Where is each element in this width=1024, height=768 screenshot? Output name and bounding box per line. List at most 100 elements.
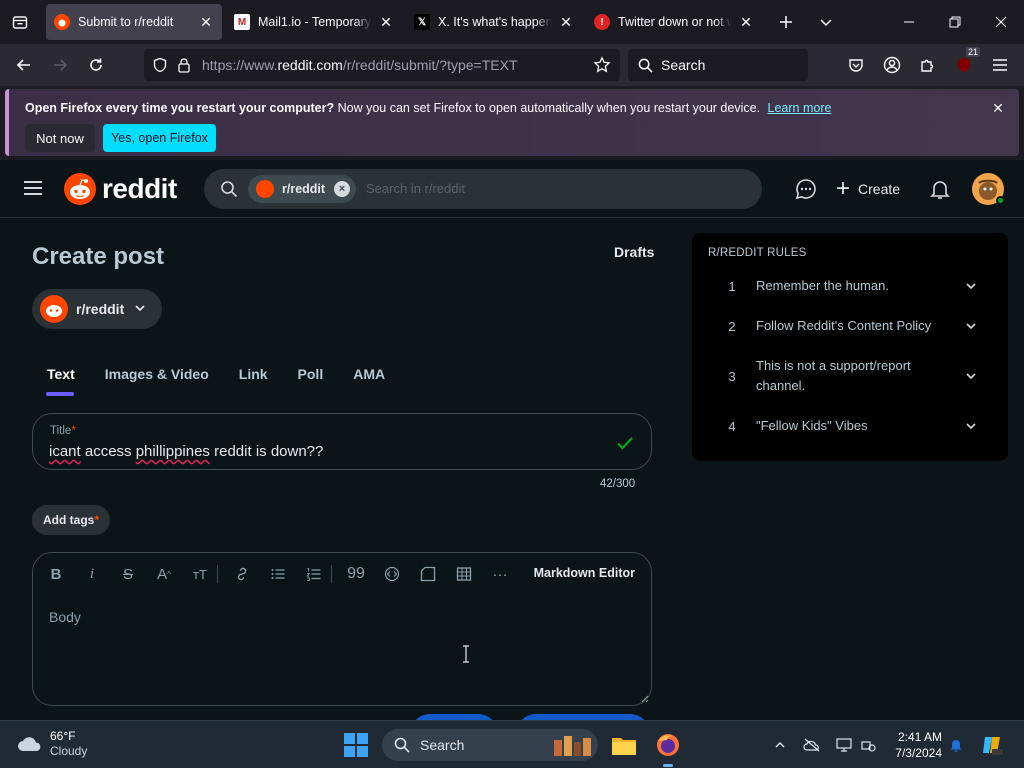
extension-count-badge: 21 (965, 47, 980, 57)
taskbar-search-label: Search (420, 737, 465, 753)
copilot-icon[interactable] (976, 729, 1008, 761)
close-tab-icon[interactable]: ✕ (738, 14, 754, 30)
network-icon[interactable] (858, 735, 878, 755)
account-icon[interactable] (878, 51, 906, 79)
firefox-icon[interactable] (652, 729, 684, 767)
table-icon[interactable] (451, 561, 477, 587)
windows-taskbar: 66°F Cloudy Search 2:41 AM 7/3/2024 (0, 720, 1024, 768)
minimize-icon[interactable] (886, 0, 932, 44)
create-label: Create (858, 181, 901, 197)
numbered-list-icon[interactable] (301, 561, 327, 587)
file-explorer-icon[interactable] (608, 729, 640, 761)
rule-item[interactable]: 1 Remember the human. (708, 275, 998, 297)
reddit-search-bar[interactable]: r/reddit × Search in r/reddit (204, 169, 762, 209)
close-notification-icon[interactable]: ✕ (989, 99, 1007, 117)
add-tags-label: Add tags (42, 513, 95, 527)
title-value[interactable]: icant access phillippines reddit is down… (49, 443, 323, 460)
tab-link[interactable]: Link (224, 360, 283, 396)
italic-icon[interactable]: i (79, 561, 105, 587)
superscript-icon[interactable]: A ^ (151, 561, 177, 587)
notification-bell-icon[interactable] (946, 735, 966, 755)
code-block-icon[interactable] (415, 561, 441, 587)
user-avatar[interactable] (972, 173, 1005, 205)
system-clock[interactable]: 2:41 AM 7/3/2024 (880, 729, 942, 761)
reddit-logo[interactable]: reddit (64, 173, 177, 205)
extensions-puzzle-icon[interactable] (914, 51, 942, 79)
tab-text[interactable]: Text (32, 360, 90, 396)
search-scope-chip[interactable]: r/reddit × (248, 175, 356, 203)
rule-text: "Fellow Kids" Vibes (756, 418, 868, 433)
chevron-down-icon (966, 373, 976, 380)
chat-icon[interactable] (794, 177, 818, 201)
close-tab-icon[interactable]: ✕ (558, 14, 574, 30)
bookmark-star-icon[interactable] (590, 53, 614, 77)
ublock-extension-icon[interactable]: 21 (950, 47, 980, 79)
hamburger-menu-icon[interactable] (986, 51, 1014, 79)
back-arrow-icon[interactable] (10, 51, 38, 79)
url-text[interactable]: https://www.reddit.com/r/reddit/submit/?… (202, 57, 518, 73)
learn-more-link[interactable]: Learn more (768, 101, 832, 115)
browser-tab-reddit-submit[interactable]: Submit to r/reddit ✕ (46, 4, 222, 40)
windows-start-icon[interactable] (344, 733, 368, 757)
tab-ama[interactable]: AMA (338, 360, 400, 396)
rule-text: Follow Reddit's Content Policy (756, 318, 932, 333)
notification-text: Now you can set Firefox to open automati… (337, 101, 761, 115)
browser-tab-mail1[interactable]: M Mail1.io - Temporary Email ✕ (226, 4, 402, 40)
url-prefix: https://www. (202, 57, 278, 73)
yes-open-firefox-button[interactable]: Yes, open Firefox (103, 124, 216, 152)
close-window-icon[interactable] (978, 0, 1024, 44)
rule-item[interactable]: 4 "Fellow Kids" Vibes (708, 415, 998, 437)
not-now-button[interactable]: Not now (25, 124, 95, 152)
rule-item[interactable]: 2 Follow Reddit's Content Policy (708, 315, 998, 337)
more-options-icon[interactable]: ··· (487, 561, 513, 587)
forward-arrow-icon[interactable] (46, 51, 74, 79)
search-highlight-icon (554, 736, 591, 756)
heading-icon[interactable]: ᴛT (187, 561, 213, 587)
reddit-menu-icon[interactable] (24, 178, 48, 200)
display-icon[interactable] (834, 735, 854, 755)
quote-icon[interactable]: 99 (343, 561, 369, 587)
chevron-down-icon (966, 323, 976, 330)
browser-tab-twitter-down[interactable]: ! Twitter down or not working ✕ (586, 4, 762, 40)
show-hidden-icons-chevron-up-icon[interactable] (770, 735, 790, 755)
code-icon[interactable] (379, 561, 405, 587)
browser-tab-x[interactable]: 𝕏 X. It's what's happening / X ✕ (406, 4, 582, 40)
taskbar-search[interactable]: Search (382, 729, 598, 761)
notifications-bell-icon[interactable] (928, 177, 952, 201)
toolbar-divider (217, 565, 218, 583)
create-post-button[interactable]: + Create (836, 177, 900, 201)
address-bar[interactable]: https://www.reddit.com/r/reddit/submit/?… (144, 49, 620, 81)
list-all-tabs-icon[interactable] (8, 10, 32, 34)
weather-widget[interactable]: 66°F Cloudy (16, 729, 87, 759)
close-tab-icon[interactable]: ✕ (198, 14, 214, 30)
tab-title: Twitter down or not working (618, 15, 732, 29)
onedrive-icon[interactable] (802, 735, 822, 755)
restore-icon[interactable] (932, 0, 978, 44)
title-character-counter: 42/300 (600, 478, 636, 490)
lock-icon[interactable] (172, 53, 196, 77)
strikethrough-icon[interactable]: S (115, 561, 141, 587)
bulleted-list-icon[interactable] (265, 561, 291, 587)
drafts-button[interactable]: Drafts (614, 244, 654, 260)
add-tags-button[interactable]: Add tags * (32, 505, 110, 535)
rule-item[interactable]: 3 This is not a support/report channel. (708, 355, 998, 397)
tab-title: Mail1.io - Temporary Email (258, 15, 372, 29)
shield-icon[interactable] (148, 53, 172, 77)
close-tab-icon[interactable]: ✕ (378, 14, 394, 30)
tab-list-chevron-down-icon[interactable] (812, 8, 840, 36)
link-icon[interactable] (229, 561, 255, 587)
bold-icon[interactable]: B (43, 561, 69, 587)
resize-handle-icon[interactable] (639, 693, 649, 703)
community-selector[interactable]: r/reddit (32, 289, 162, 329)
weather-condition: Cloudy (50, 744, 88, 758)
markdown-editor-toggle[interactable]: Markdown Editor (534, 566, 635, 580)
new-tab-icon[interactable] (772, 8, 800, 36)
clear-scope-icon[interactable]: × (334, 181, 350, 197)
tab-images-video[interactable]: Images & Video (90, 360, 224, 396)
body-editor[interactable]: B i S A ^ ᴛT 99 ··· Markdown Editor Body (32, 552, 652, 706)
reload-icon[interactable] (82, 51, 110, 79)
pocket-icon[interactable] (842, 51, 870, 79)
tab-poll[interactable]: Poll (283, 360, 339, 396)
title-field[interactable]: Title* icant access phillippines reddit … (32, 413, 652, 470)
browser-search-bar[interactable]: Search (628, 49, 808, 81)
